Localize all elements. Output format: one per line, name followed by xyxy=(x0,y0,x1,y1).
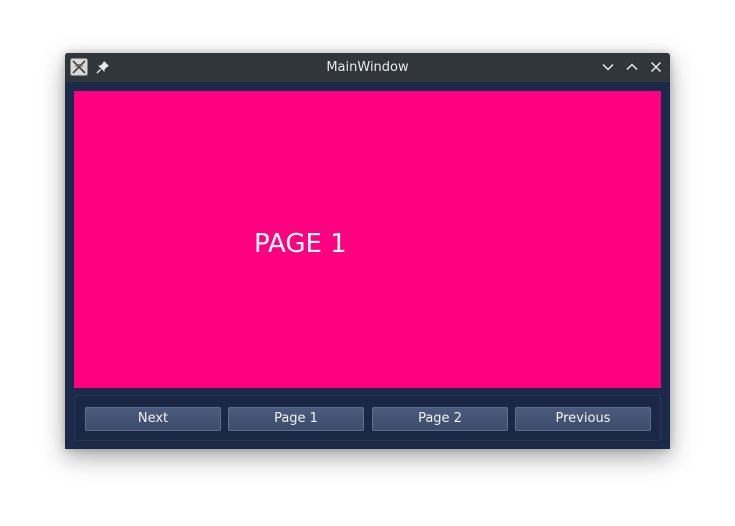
previous-button[interactable]: Previous xyxy=(515,407,651,431)
title-bar[interactable]: MainWindow xyxy=(65,53,670,82)
chevron-down-icon[interactable] xyxy=(601,60,615,74)
next-button[interactable]: Next xyxy=(85,407,221,431)
stacked-page: PAGE 1 xyxy=(74,91,661,388)
window-title: MainWindow xyxy=(326,60,409,75)
page2-button[interactable]: Page 2 xyxy=(372,407,508,431)
chevron-up-icon[interactable] xyxy=(625,60,639,74)
button-bar: Next Page 1 Page 2 Previous xyxy=(74,395,661,441)
close-icon[interactable] xyxy=(649,60,663,74)
page-label: PAGE 1 xyxy=(254,229,347,259)
main-window: MainWindow PAGE 1 Next Page 1 Page 2 Pre… xyxy=(65,53,670,449)
page1-button[interactable]: Page 1 xyxy=(228,407,364,431)
